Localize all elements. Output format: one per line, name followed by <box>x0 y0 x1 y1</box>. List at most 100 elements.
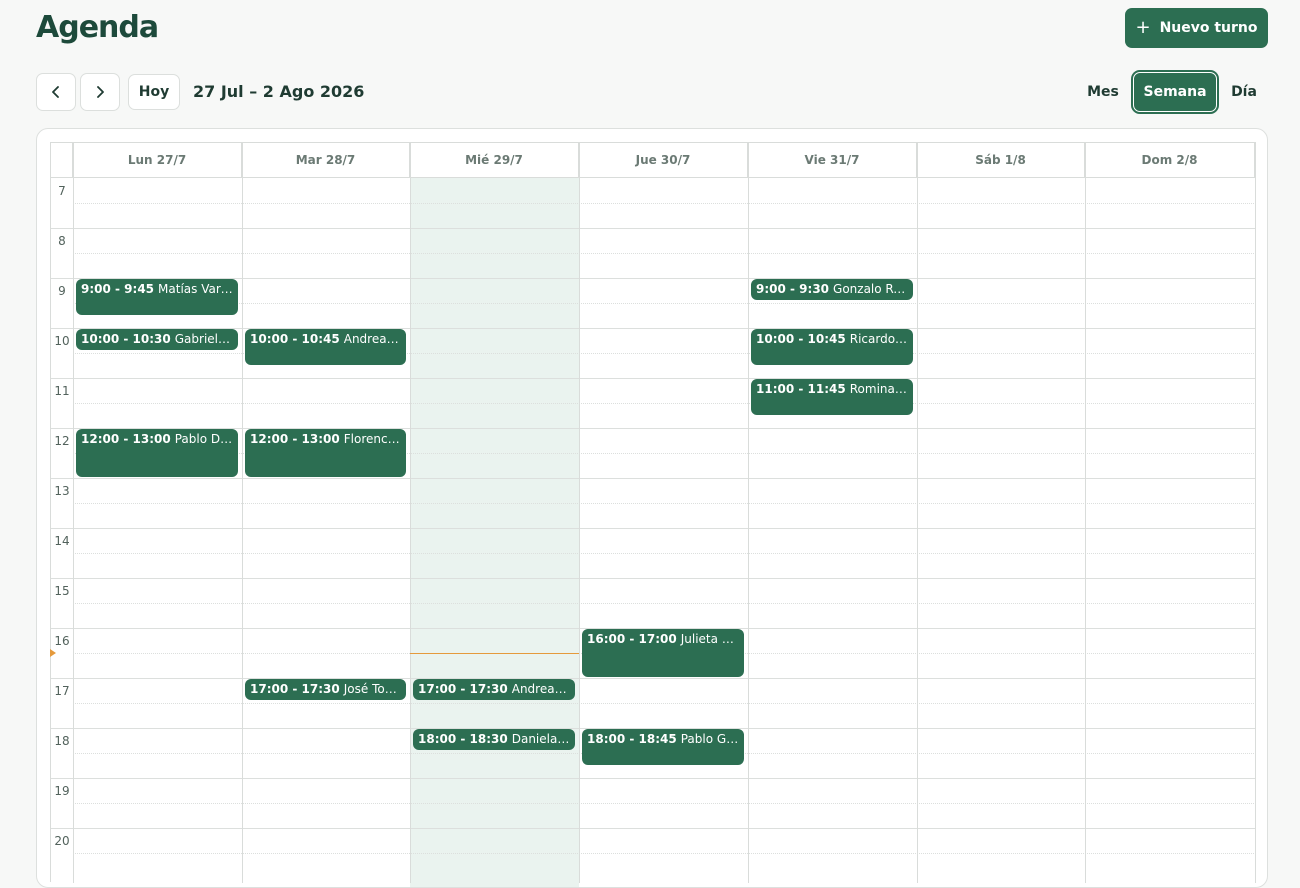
hour-label: 11 <box>54 384 70 398</box>
day-header: Jue 30/7 <box>579 143 748 178</box>
hour-line <box>51 828 1256 829</box>
hour-label: 20 <box>54 834 70 848</box>
previous-week-button[interactable] <box>36 73 76 111</box>
appointment-patient: Gonzalo Romero <box>833 282 913 296</box>
appointment-patient: Andrea Morales <box>511 682 575 696</box>
page-title: Agenda <box>36 10 159 45</box>
appointment-time: 9:00 - 9:45 <box>81 282 155 296</box>
half-hour-line <box>73 803 1256 804</box>
chevron-left-icon <box>52 86 59 98</box>
appointment-time: 16:00 - 17:00 <box>587 632 677 646</box>
today-button[interactable]: Hoy <box>128 74 180 110</box>
appointment-event[interactable]: 18:00 - 18:30Daniela Ramírez <box>413 729 575 750</box>
view-tab-day[interactable]: Día <box>1224 70 1264 114</box>
appointment-event[interactable]: 10:00 - 10:45Andrea Ruiz <box>245 329 406 365</box>
column-divider <box>73 143 74 883</box>
half-hour-line <box>73 503 1256 504</box>
half-hour-line <box>73 253 1256 254</box>
appointment-event[interactable]: 17:00 - 17:30Andrea Morales <box>413 679 575 700</box>
chevron-right-icon <box>97 86 104 98</box>
appointment-event[interactable]: 12:00 - 13:00 Pablo Díaz <box>76 429 238 477</box>
hour-line <box>51 478 1256 479</box>
appointment-event[interactable]: 16:00 - 17:00Julieta López <box>582 629 744 677</box>
appointment-event[interactable]: 17:00 - 17:30 José Torres <box>245 679 406 700</box>
hour-label: 13 <box>54 484 70 498</box>
hour-label: 16 <box>54 634 70 648</box>
new-appointment-button[interactable]: + Nuevo turno <box>1125 8 1268 48</box>
appointment-time: 11:00 - 11:45 <box>756 382 846 396</box>
hour-label: 7 <box>58 184 66 198</box>
appointment-event[interactable]: 9:00 - 9:30Gonzalo Romero <box>751 279 913 300</box>
appointment-time: 17:00 - 17:30 <box>250 682 340 696</box>
day-header: Dom 2/8 <box>1085 143 1255 178</box>
day-header: Sáb 1/8 <box>917 143 1085 178</box>
new-appointment-label: Nuevo turno <box>1159 20 1258 36</box>
appointment-patient: Romina García <box>849 382 913 396</box>
appointment-event[interactable]: 12:00 - 13:00Florencia Martínez <box>245 429 406 477</box>
next-week-button[interactable] <box>80 73 120 111</box>
appointment-time: 18:00 - 18:45 <box>587 732 677 746</box>
hour-label: 10 <box>54 334 70 348</box>
hour-label: 12 <box>54 434 70 448</box>
column-divider <box>917 143 918 883</box>
hour-line <box>51 678 1256 679</box>
appointment-time: 12:00 - 13:00 <box>250 432 340 446</box>
hour-line <box>51 528 1256 529</box>
hour-line <box>51 778 1256 779</box>
hour-label: 14 <box>54 534 70 548</box>
view-tab-week[interactable]: Semana <box>1131 70 1219 114</box>
hour-label: 15 <box>54 584 70 598</box>
column-divider <box>748 143 749 883</box>
appointment-event[interactable]: 10:00 - 10:45Ricardo Jiménez <box>751 329 913 365</box>
day-header: Vie 31/7 <box>748 143 917 178</box>
today-column-highlight <box>410 178 579 887</box>
appointment-patient: Julieta López <box>680 632 744 646</box>
appointment-time: 17:00 - 17:30 <box>418 682 508 696</box>
column-divider <box>242 143 243 883</box>
appointment-patient: Pablo Díaz <box>174 432 238 446</box>
appointment-time: 10:00 - 10:30 <box>81 332 171 346</box>
date-range-label: 27 Jul – 2 Ago 2026 <box>193 82 365 101</box>
week-grid: Lun 27/7 Mar 28/7 Mié 29/7 Jue 30/7 Vie 31/7… <box>50 142 1256 887</box>
view-tab-month[interactable]: Mes <box>1080 70 1126 114</box>
current-time-marker <box>50 649 56 657</box>
appointment-event[interactable]: 18:00 - 18:45Pablo González <box>582 729 744 765</box>
column-divider <box>1085 143 1086 883</box>
grid-corner <box>51 143 73 178</box>
day-header: Lun 27/7 <box>73 143 242 178</box>
appointment-time: 10:00 - 10:45 <box>756 332 846 346</box>
appointment-patient: Pablo González <box>680 732 744 746</box>
day-header: Mar 28/7 <box>242 143 410 178</box>
column-divider <box>1255 143 1256 883</box>
appointment-time: 10:00 - 10:45 <box>250 332 340 346</box>
appointment-event[interactable]: 11:00 - 11:45Romina García <box>751 379 913 415</box>
half-hour-line <box>73 703 1256 704</box>
column-divider <box>579 143 580 883</box>
appointment-time: 18:00 - 18:30 <box>418 732 508 746</box>
appointment-patient: Gabriel Jiménez <box>174 332 238 346</box>
hour-label: 18 <box>54 734 70 748</box>
appointment-patient: Daniela Ramírez <box>511 732 575 746</box>
appointment-patient: Florencia Martínez <box>343 432 406 446</box>
appointment-time: 9:00 - 9:30 <box>756 282 830 296</box>
appointment-patient: José Torres <box>343 682 406 696</box>
appointment-patient: Andrea Ruiz <box>343 332 406 346</box>
appointment-patient: Ricardo Jiménez <box>849 332 913 346</box>
appointment-event[interactable]: 9:00 - 9:45 Matías Vargas <box>76 279 238 315</box>
hour-label: 8 <box>58 234 66 248</box>
current-time-line <box>410 653 579 654</box>
appointment-time: 12:00 - 13:00 <box>81 432 171 446</box>
hour-label: 19 <box>54 784 70 798</box>
half-hour-line <box>73 553 1256 554</box>
half-hour-line <box>73 853 1256 854</box>
day-header: Mié 29/7 <box>410 143 579 178</box>
column-divider <box>410 143 411 883</box>
appointment-patient: Matías Vargas <box>158 282 238 296</box>
half-hour-line <box>73 303 1256 304</box>
plus-icon: + <box>1135 17 1151 38</box>
calendar-card: Lun 27/7 Mar 28/7 Mié 29/7 Jue 30/7 Vie 31/7… <box>36 128 1268 888</box>
appointment-event[interactable]: 10:00 - 10:30Gabriel Jiménez <box>76 329 238 350</box>
hour-line <box>51 228 1256 229</box>
half-hour-line <box>73 603 1256 604</box>
half-hour-line <box>73 403 1256 404</box>
